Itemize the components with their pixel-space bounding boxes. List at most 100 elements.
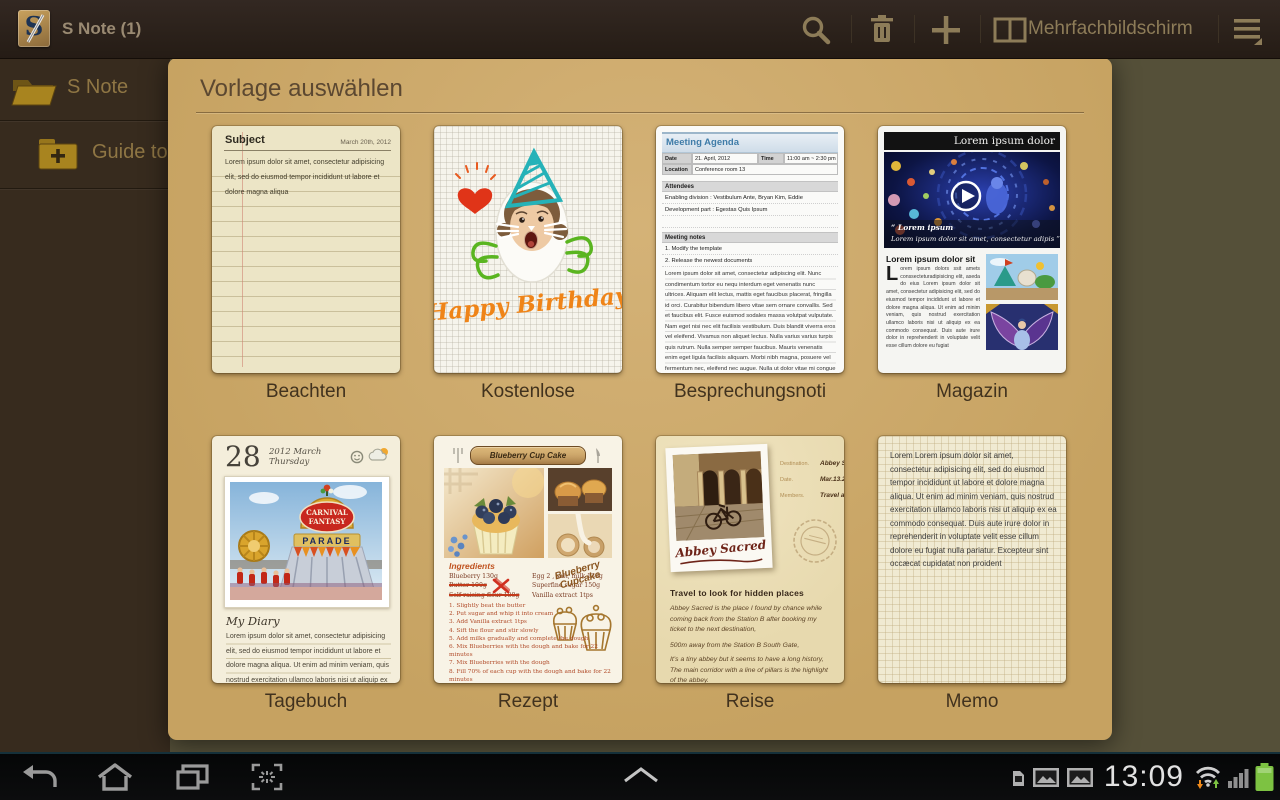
template-label: Rezept [497,691,559,712]
template-card-magazin[interactable]: Lorem ipsum dolor “ Lorem ipsum Lorem ip… [878,126,1066,373]
magazine-masthead: Lorem ipsum dolor [884,132,1060,150]
recipe-steps: 1. Slightly beat the butter 2. Put sugar… [449,603,611,683]
template-card-kostenlose[interactable]: Happy Birthday [434,126,622,373]
travel-heading: Travel to look for hidden places [670,588,804,598]
clock: 13:09 [1103,760,1184,793]
template-label: Beachten [265,381,347,402]
dialog-title: Vorlage auswählen [200,75,403,102]
add-note-icon[interactable] [928,14,964,46]
sidebar-item-guide[interactable]: Guide to [0,121,170,187]
screen: S S Note (1) Mehrfachbildschirm S Note G… [0,0,1280,800]
home-icon[interactable] [96,762,134,792]
svg-text:PARADE: PARADE [302,536,351,546]
menu-icon[interactable] [1230,14,1266,46]
chevron-up-icon[interactable] [622,766,660,784]
template-card-tagebuch[interactable]: 28 2012 March Thursday CARNIVAL FANTASY … [212,436,400,683]
cell-time-label: Time [758,153,784,164]
meeting-table: Date 21. April, 2012 Time 11:00 am ~ 2:3… [662,153,838,175]
note-date: March 20th, 2012 [340,139,391,146]
template-label: Magazin [936,381,1008,402]
diary-date: 2012 March Thursday [269,447,322,467]
diary-body: Lorem ipsum dolor sit amet, consectetur … [226,630,391,683]
attendee-line: Enabling division : Vestibulum Ante, Bry… [662,192,838,204]
birthday-greeting: Happy Birthday [434,282,622,327]
empty-lines [662,364,838,372]
meeting-body: Lorem ipsum dolor sit amet, consectetur … [665,269,836,372]
topbar: S S Note (1) Mehrfachbildschirm [0,0,1280,59]
meeting-header-band: Meeting Agenda [662,132,838,153]
dialog-divider [196,112,1084,113]
article-headline: Lorem ipsum dolor sit [886,254,976,264]
gallery-icon [1032,767,1059,787]
multiwindow-label[interactable]: Mehrfachbildschirm [1028,0,1193,58]
sidebar-item-label: Guide to [92,141,168,163]
recent-apps-icon[interactable] [174,762,210,792]
toolbar-divider [914,15,915,43]
attendee-line [662,216,838,228]
sidebar-item-s-note[interactable]: S Note [0,58,170,120]
template-label: Besprechungsnoti [673,381,827,402]
stamp-icon [793,519,837,563]
weather-icon [368,448,388,461]
cell-location: Conference room 13 [692,164,838,175]
cell-location-label: Location [662,164,692,175]
toolbar-divider [1218,15,1219,43]
knife-icon [596,448,600,463]
heart-rays-doodle [455,162,496,180]
template-card-rezept[interactable]: Blueberry Cup Cake Ingredients Blueberry… [434,436,622,683]
dim-overlay[interactable]: S Note Guide to Vorlage auswählen Subjec… [0,58,1280,752]
diary-photo-frame: CARNIVAL FANTASY PARADE [224,476,390,608]
memo-body: Lorem Lorem ipsum dolor sit amet, consec… [890,451,1057,568]
birthday-doodle-photo: Happy Birthday [434,147,622,327]
multiwindow-icon[interactable] [992,14,1028,46]
back-icon[interactable] [22,762,58,792]
screenshot-icon[interactable] [250,762,284,792]
search-icon[interactable] [798,14,834,46]
fork-icon [453,448,463,463]
photo-caption: “ Lorem ipsum [891,223,953,232]
template-dialog: Vorlage auswählen Subject March 20th, 20… [168,58,1112,740]
trash-icon[interactable] [864,14,900,46]
wifi-icon [1195,766,1221,789]
s-note-app-icon[interactable]: S [18,10,50,47]
heart-doodle [457,188,493,214]
pen-stroke-icon [26,14,45,43]
cell-time: 11:00 am ~ 2:30 pm [784,153,838,164]
note-line: 1. Modify the template [662,243,838,255]
toolbar-divider [851,15,852,43]
status-cluster: 13:09 [1011,754,1274,800]
toolbar-divider [980,15,981,43]
cell-date: 21. April, 2012 [692,153,758,164]
battery-icon [1255,763,1274,791]
notes-header: Meeting notes [662,232,838,243]
template-card-memo[interactable]: Lorem Lorem ipsum dolor sit amet, consec… [878,436,1066,683]
meeting-header: Meeting Agenda [666,137,740,148]
attendees-header: Attendees [662,181,838,192]
attendee-line: Development part : Egestas Quis Ipsum [662,204,838,216]
travel-meta: Destination.Abbey Sacred Date.Mar.13.201… [780,460,844,499]
muffins-photo [548,468,612,511]
open-folder-icon [11,80,57,106]
article-body: Lorem ipsum dolors ssit amets conssectet… [886,263,980,350]
diary-heading: My Diary [226,614,280,628]
sidebar-item-label: S Note [67,76,129,98]
polaroid: Abbey Sacred [665,443,773,573]
cell-date-label: Date [662,153,692,164]
drop-cap: L [886,263,899,285]
magazine-main-photo: “ Lorem ipsum Lorem ipsum dolor sit amet… [884,152,1060,248]
travel-paragraph: 500m away from the Station B South Gate, [670,642,800,649]
recipe-title-plaque: Blueberry Cup Cake [470,446,586,465]
template-card-beachten[interactable]: Subject March 20th, 2012 Lorem ipsum dol… [212,126,400,373]
template-label: Reise [725,691,775,712]
sidebar: S Note Guide to [0,58,170,752]
red-x-doodle [492,578,510,594]
note-subject: Subject [225,134,265,146]
svg-text:FANTASY: FANTASY [309,517,347,526]
template-card-besprechung[interactable]: Meeting Agenda Date 21. April, 2012 Time… [656,126,844,373]
batter-photo [548,514,612,558]
template-card-reise[interactable]: Abbey Sacred Destination.Abbey Sacred Da… [656,436,844,683]
template-label: Memo [945,691,999,712]
navbar: 13:09 [0,752,1280,800]
travel-paragraph: Abbey Sacred is the place I found by cha… [670,605,822,633]
template-label: Kostenlose [480,381,575,402]
